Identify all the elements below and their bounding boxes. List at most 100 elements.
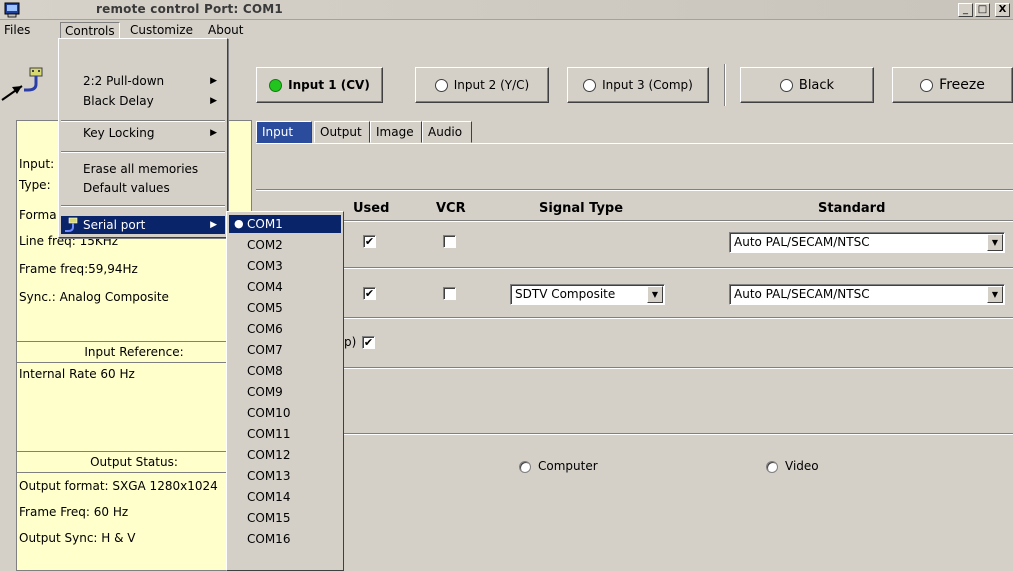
tab-audio[interactable]: Audio: [422, 121, 472, 143]
col-standard: Standard: [818, 201, 886, 216]
divider: [256, 317, 1013, 319]
submenu-item-com2[interactable]: COM2: [229, 236, 341, 254]
row1-used-checkbox[interactable]: ✔: [363, 235, 376, 248]
window-title: remote control Port: COM1: [96, 2, 283, 16]
submenu-item-com10[interactable]: COM10: [229, 404, 341, 422]
submenu-item-com5[interactable]: COM5: [229, 299, 341, 317]
input-3-comp-button[interactable]: Input 3 (Comp): [567, 67, 709, 103]
controls-menu: 2:2 Pull-down ▶ Black Delay ▶ Key Lockin…: [58, 38, 228, 238]
row1-vcr-checkbox[interactable]: [443, 235, 456, 248]
row2-used-checkbox[interactable]: ✔: [363, 287, 376, 300]
output-frame-freq: Frame Freq: 60 Hz: [19, 505, 129, 519]
row2-standard-value: Auto PAL/SECAM/NTSC: [734, 287, 870, 301]
chevron-down-icon[interactable]: ▼: [987, 286, 1003, 303]
menu-about[interactable]: About: [204, 22, 247, 39]
row3-used-checkbox[interactable]: ✔: [362, 336, 375, 349]
divider: [256, 367, 1013, 369]
input-1-cv-button[interactable]: Input 1 (CV): [256, 67, 383, 103]
toolbar-separator: [724, 64, 726, 106]
video-radio[interactable]: [766, 461, 778, 473]
black-label: Black: [798, 77, 835, 93]
minimize-button[interactable]: _: [958, 3, 973, 17]
submenu-item-com11[interactable]: COM11: [229, 425, 341, 443]
chevron-down-icon[interactable]: ▼: [647, 286, 663, 303]
input-tab-pane: Used VCR Signal Type Standard ✔ Auto PAL…: [256, 143, 1013, 571]
black-button[interactable]: Black: [740, 67, 874, 103]
input-1-label: Input 1 (CV): [288, 78, 370, 92]
menu-item-pulldown[interactable]: 2:2 Pull-down ▶: [61, 72, 225, 90]
title-bar[interactable]: remote control Port: COM1 _ □ X: [0, 0, 1013, 20]
submenu-arrow-icon: ▶: [210, 76, 217, 86]
submenu-item-com1-label: COM1: [247, 217, 283, 231]
input-3-label: Input 3 (Comp): [602, 78, 693, 92]
status-type: Type:: [19, 178, 51, 192]
status-format: Forma: [19, 208, 57, 222]
submenu-item-com12[interactable]: COM12: [229, 446, 341, 464]
submenu-item-com6[interactable]: COM6: [229, 320, 341, 338]
menu-item-black-delay[interactable]: Black Delay ▶: [61, 92, 225, 110]
menu-customize[interactable]: Customize: [126, 22, 197, 39]
menu-item-key-locking[interactable]: Key Locking ▶: [61, 124, 225, 142]
menu-controls[interactable]: Controls: [60, 22, 120, 39]
status-input: Input:: [19, 157, 55, 171]
divider: [256, 433, 1013, 435]
row3-label: p): [344, 335, 357, 349]
menu-files[interactable]: Files: [0, 22, 34, 39]
menu-item-default-values[interactable]: Default values: [61, 179, 225, 197]
input-2-yc-button[interactable]: Input 2 (Y/C): [415, 67, 549, 103]
input-reference-value: Internal Rate 60 Hz: [19, 367, 135, 381]
submenu-arrow-icon: ▶: [210, 128, 217, 138]
serial-port-submenu: ● COM1 COM2 COM3 COM4 COM5 COM6 COM7 COM…: [226, 211, 344, 571]
serial-cable-icon: [65, 217, 78, 232]
submenu-item-com15[interactable]: COM15: [229, 509, 341, 527]
submenu-arrow-icon: ▶: [210, 96, 217, 106]
row2-vcr-checkbox[interactable]: [443, 287, 456, 300]
divider: [256, 220, 1013, 222]
freeze-label: Freeze: [939, 77, 985, 93]
close-button[interactable]: X: [995, 3, 1010, 17]
menu-separator: [61, 151, 225, 153]
menu-item-serial-port-label: Serial port: [83, 218, 146, 232]
menu-item-erase-memories[interactable]: Erase all memories: [61, 160, 225, 178]
row1-standard-value: Auto PAL/SECAM/NTSC: [734, 235, 870, 249]
submenu-item-com3[interactable]: COM3: [229, 257, 341, 275]
divider: [256, 189, 1013, 191]
submenu-item-com13[interactable]: COM13: [229, 467, 341, 485]
col-vcr: VCR: [436, 201, 466, 216]
row2-signal-type-select[interactable]: SDTV Composite ▼: [510, 284, 665, 305]
tab-image[interactable]: Image: [370, 121, 422, 143]
menu-item-serial-port[interactable]: Serial port ▶: [61, 216, 225, 234]
tab-output[interactable]: Output: [314, 121, 370, 143]
submenu-item-com4[interactable]: COM4: [229, 278, 341, 296]
menu-separator: [61, 205, 225, 207]
input-2-label: Input 2 (Y/C): [453, 78, 530, 92]
divider: [256, 267, 1013, 269]
submenu-item-com14[interactable]: COM14: [229, 488, 341, 506]
submenu-item-com16[interactable]: COM16: [229, 530, 341, 548]
row1-standard-select[interactable]: Auto PAL/SECAM/NTSC ▼: [729, 232, 1005, 253]
computer-radio[interactable]: [519, 461, 531, 473]
tab-input[interactable]: Input: [256, 121, 312, 143]
row2-standard-select[interactable]: Auto PAL/SECAM/NTSC ▼: [729, 284, 1005, 305]
menu-item-pulldown-label: 2:2 Pull-down: [83, 74, 165, 88]
submenu-item-com8[interactable]: COM8: [229, 362, 341, 380]
black-radio-icon: [779, 78, 793, 92]
submenu-arrow-icon: ▶: [210, 220, 217, 230]
submenu-item-com9[interactable]: COM9: [229, 383, 341, 401]
selected-bullet-icon: ●: [234, 217, 244, 230]
menu-separator: [61, 120, 225, 122]
submenu-item-com7[interactable]: COM7: [229, 341, 341, 359]
app-monitor-icon[interactable]: [4, 2, 20, 18]
chevron-down-icon[interactable]: ▼: [987, 234, 1003, 251]
maximize-button[interactable]: □: [975, 3, 990, 17]
menu-item-black-delay-label: Black Delay: [83, 94, 154, 108]
freeze-button[interactable]: Freeze: [892, 67, 1013, 103]
status-frame-freq: Frame freq:59,94Hz: [19, 262, 138, 276]
input-reference-header: Input Reference:: [17, 341, 251, 363]
output-format: Output format: SXGA 1280x1024: [19, 479, 218, 493]
input-3-radio-icon: [583, 78, 597, 92]
freeze-radio-icon: [920, 78, 934, 92]
input-1-radio-icon: [269, 78, 283, 92]
row2-signal-type-value: SDTV Composite: [515, 287, 616, 301]
submenu-item-com1[interactable]: ● COM1: [229, 215, 341, 233]
